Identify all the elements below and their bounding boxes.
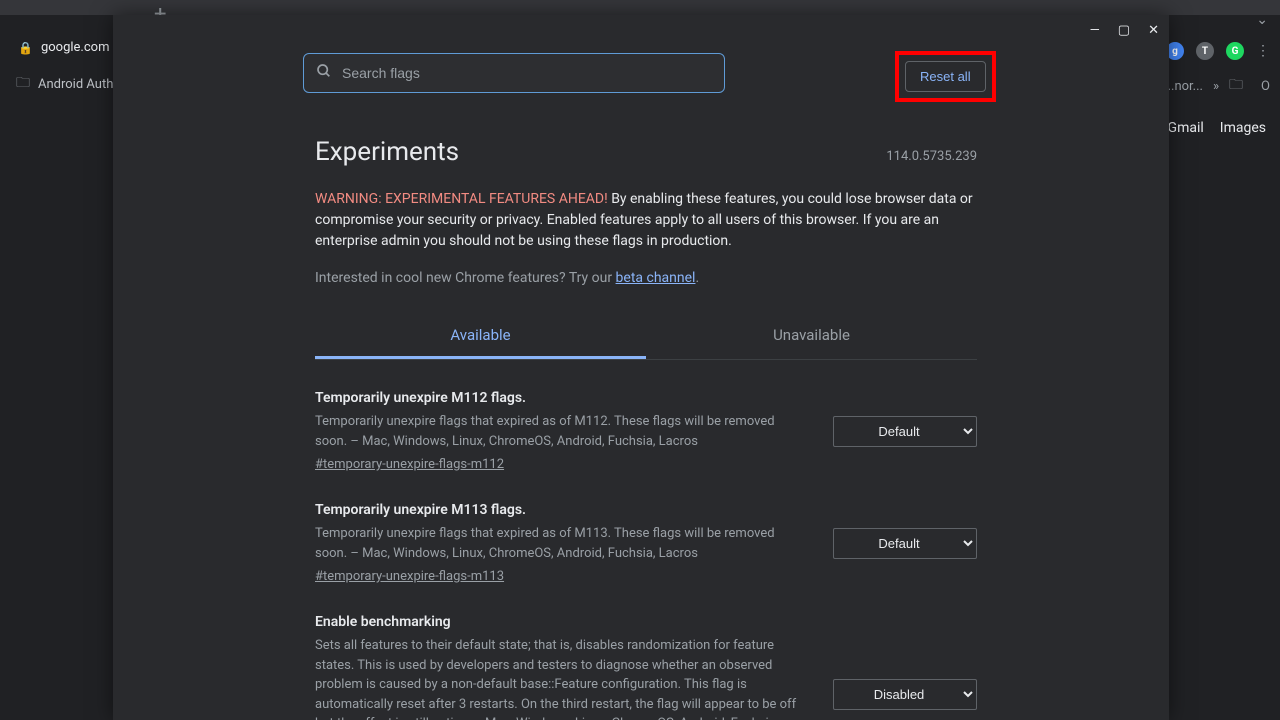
beta-post: .	[695, 270, 699, 286]
maximize-icon[interactable]: ▢	[1118, 23, 1130, 38]
bookmark-overflow: ...nor... » 🗀 O	[1164, 74, 1270, 98]
tab-unavailable[interactable]: Unavailable	[646, 314, 977, 359]
folder-icon: 🗀	[1229, 74, 1243, 98]
flag-item: Temporarily unexpire M113 flags. Tempora…	[315, 502, 977, 584]
flag-desc: Sets all features to their default state…	[315, 636, 807, 720]
menu-icon[interactable]: ⋮	[1256, 43, 1270, 59]
minimize-icon[interactable]: —	[1090, 23, 1100, 38]
warning-text: WARNING: EXPERIMENTAL FEATURES AHEAD! By…	[315, 189, 977, 252]
reset-highlight: Reset all	[895, 51, 996, 102]
lock-icon: 🔒	[18, 41, 33, 55]
close-icon[interactable]: ✕	[1148, 23, 1159, 38]
search-input[interactable]	[342, 65, 712, 81]
address-bar[interactable]: 🔒 google.com	[18, 40, 109, 55]
images-link[interactable]: Images	[1220, 120, 1266, 136]
bookmark-item[interactable]: 🗀 Android Author	[16, 72, 125, 96]
flags-window: — ▢ ✕ Reset all Experiments 114.0.5735.2…	[113, 15, 1169, 720]
toolbar-right: g T G ⋮	[1166, 42, 1270, 60]
flag-desc: Temporarily unexpire flags that expired …	[315, 524, 807, 563]
flags-content: Experiments 114.0.5735.239 WARNING: EXPE…	[113, 107, 1169, 720]
beta-line: Interested in cool new Chrome features? …	[315, 270, 977, 286]
flag-select[interactable]: Default	[833, 528, 977, 559]
page-title: Experiments	[315, 137, 459, 167]
reset-all-button[interactable]: Reset all	[905, 61, 986, 92]
warning-head: WARNING: EXPERIMENTAL FEATURES AHEAD!	[315, 191, 608, 207]
overflow-chevron-icon[interactable]: ⌄	[1256, 12, 1268, 28]
flag-select[interactable]: Default	[833, 416, 977, 447]
gmail-link[interactable]: Gmail	[1168, 120, 1204, 136]
flag-item: Enable benchmarking Sets all features to…	[315, 614, 977, 720]
flag-hash-link[interactable]: #temporary-unexpire-flags-m112	[315, 457, 807, 472]
extension-icon[interactable]: T	[1196, 42, 1214, 60]
overflow-icon[interactable]: »	[1213, 79, 1219, 94]
flag-title: Enable benchmarking	[315, 614, 807, 630]
address-text: google.com	[41, 40, 110, 55]
window-controls: — ▢ ✕	[1090, 23, 1159, 38]
extension-icon[interactable]: G	[1226, 42, 1244, 60]
flag-desc: Temporarily unexpire flags that expired …	[315, 412, 807, 451]
search-icon	[316, 63, 332, 83]
search-flags[interactable]	[303, 53, 725, 93]
beta-pre: Interested in cool new Chrome features? …	[315, 270, 616, 286]
flag-select[interactable]: Disabled	[833, 679, 977, 710]
version-label: 114.0.5735.239	[886, 149, 977, 164]
flag-item: Temporarily unexpire M112 flags. Tempora…	[315, 390, 977, 472]
bookmark-label[interactable]: O	[1261, 79, 1270, 94]
flag-title: Temporarily unexpire M113 flags.	[315, 502, 807, 518]
google-links: Gmail Images	[1168, 120, 1266, 136]
flag-hash-link[interactable]: #temporary-unexpire-flags-m113	[315, 569, 807, 584]
folder-icon: 🗀	[16, 72, 30, 96]
flag-title: Temporarily unexpire M112 flags.	[315, 390, 807, 406]
flag-tabs: Available Unavailable	[315, 314, 977, 360]
tab-available[interactable]: Available	[315, 314, 646, 359]
beta-channel-link[interactable]: beta channel	[616, 270, 696, 286]
tab-strip	[0, 0, 1280, 15]
bookmark-truncated[interactable]: ...nor...	[1164, 79, 1203, 94]
